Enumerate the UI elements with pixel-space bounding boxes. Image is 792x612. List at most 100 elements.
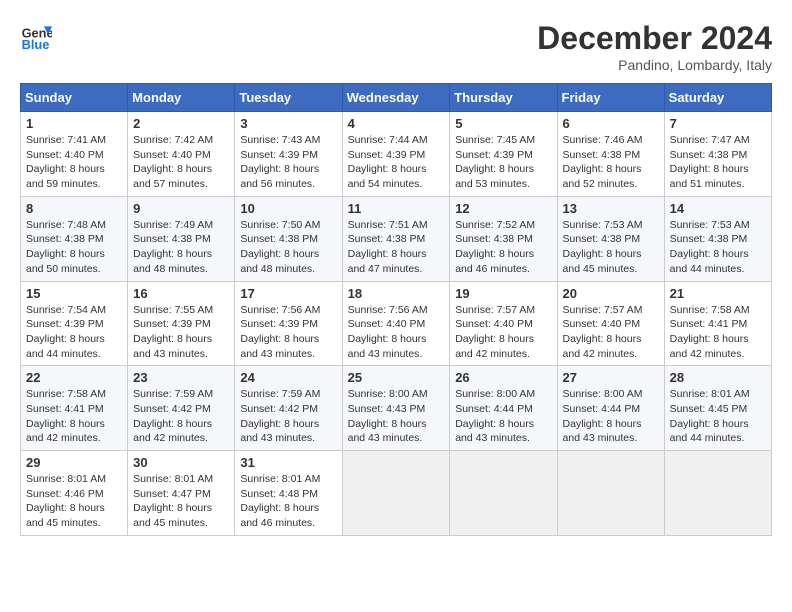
- cell-info: Sunrise: 7:53 AM Sunset: 4:38 PM Dayligh…: [670, 218, 766, 277]
- col-saturday: Saturday: [664, 84, 771, 112]
- day-number: 8: [26, 201, 122, 216]
- calendar-cell: 28 Sunrise: 8:01 AM Sunset: 4:45 PM Dayl…: [664, 366, 771, 451]
- cell-info: Sunrise: 8:01 AM Sunset: 4:47 PM Dayligh…: [133, 472, 229, 531]
- calendar-cell: 20 Sunrise: 7:57 AM Sunset: 4:40 PM Dayl…: [557, 281, 664, 366]
- calendar-week-3: 15 Sunrise: 7:54 AM Sunset: 4:39 PM Dayl…: [21, 281, 772, 366]
- cell-info: Sunrise: 8:01 AM Sunset: 4:48 PM Dayligh…: [240, 472, 336, 531]
- day-number: 2: [133, 116, 229, 131]
- day-number: 22: [26, 370, 122, 385]
- day-number: 31: [240, 455, 336, 470]
- calendar-table: Sunday Monday Tuesday Wednesday Thursday…: [20, 83, 772, 536]
- calendar-cell: [557, 451, 664, 536]
- calendar-cell: 15 Sunrise: 7:54 AM Sunset: 4:39 PM Dayl…: [21, 281, 128, 366]
- cell-info: Sunrise: 7:58 AM Sunset: 4:41 PM Dayligh…: [26, 387, 122, 446]
- cell-info: Sunrise: 8:01 AM Sunset: 4:45 PM Dayligh…: [670, 387, 766, 446]
- day-number: 14: [670, 201, 766, 216]
- calendar-cell: 9 Sunrise: 7:49 AM Sunset: 4:38 PM Dayli…: [128, 196, 235, 281]
- calendar-cell: 14 Sunrise: 7:53 AM Sunset: 4:38 PM Dayl…: [664, 196, 771, 281]
- day-number: 27: [563, 370, 659, 385]
- day-number: 26: [455, 370, 551, 385]
- cell-info: Sunrise: 7:49 AM Sunset: 4:38 PM Dayligh…: [133, 218, 229, 277]
- calendar-week-4: 22 Sunrise: 7:58 AM Sunset: 4:41 PM Dayl…: [21, 366, 772, 451]
- day-number: 1: [26, 116, 122, 131]
- calendar-cell: 16 Sunrise: 7:55 AM Sunset: 4:39 PM Dayl…: [128, 281, 235, 366]
- calendar-cell: 18 Sunrise: 7:56 AM Sunset: 4:40 PM Dayl…: [342, 281, 450, 366]
- calendar-cell: 4 Sunrise: 7:44 AM Sunset: 4:39 PM Dayli…: [342, 112, 450, 197]
- calendar-week-1: 1 Sunrise: 7:41 AM Sunset: 4:40 PM Dayli…: [21, 112, 772, 197]
- calendar-cell: 12 Sunrise: 7:52 AM Sunset: 4:38 PM Dayl…: [450, 196, 557, 281]
- title-block: December 2024 Pandino, Lombardy, Italy: [537, 20, 772, 73]
- calendar-cell: 8 Sunrise: 7:48 AM Sunset: 4:38 PM Dayli…: [21, 196, 128, 281]
- cell-info: Sunrise: 7:57 AM Sunset: 4:40 PM Dayligh…: [563, 303, 659, 362]
- cell-info: Sunrise: 7:51 AM Sunset: 4:38 PM Dayligh…: [348, 218, 445, 277]
- calendar-cell: 5 Sunrise: 7:45 AM Sunset: 4:39 PM Dayli…: [450, 112, 557, 197]
- cell-info: Sunrise: 7:53 AM Sunset: 4:38 PM Dayligh…: [563, 218, 659, 277]
- day-number: 16: [133, 286, 229, 301]
- calendar-cell: 25 Sunrise: 8:00 AM Sunset: 4:43 PM Dayl…: [342, 366, 450, 451]
- calendar-cell: 21 Sunrise: 7:58 AM Sunset: 4:41 PM Dayl…: [664, 281, 771, 366]
- day-number: 5: [455, 116, 551, 131]
- calendar-cell: 22 Sunrise: 7:58 AM Sunset: 4:41 PM Dayl…: [21, 366, 128, 451]
- calendar-cell: 11 Sunrise: 7:51 AM Sunset: 4:38 PM Dayl…: [342, 196, 450, 281]
- calendar-cell: 30 Sunrise: 8:01 AM Sunset: 4:47 PM Dayl…: [128, 451, 235, 536]
- day-number: 19: [455, 286, 551, 301]
- cell-info: Sunrise: 7:54 AM Sunset: 4:39 PM Dayligh…: [26, 303, 122, 362]
- cell-info: Sunrise: 7:43 AM Sunset: 4:39 PM Dayligh…: [240, 133, 336, 192]
- cell-info: Sunrise: 8:01 AM Sunset: 4:46 PM Dayligh…: [26, 472, 122, 531]
- cell-info: Sunrise: 7:59 AM Sunset: 4:42 PM Dayligh…: [133, 387, 229, 446]
- day-number: 10: [240, 201, 336, 216]
- calendar-cell: 1 Sunrise: 7:41 AM Sunset: 4:40 PM Dayli…: [21, 112, 128, 197]
- day-number: 28: [670, 370, 766, 385]
- logo: General Blue: [20, 20, 52, 52]
- calendar-cell: [342, 451, 450, 536]
- day-number: 20: [563, 286, 659, 301]
- cell-info: Sunrise: 7:48 AM Sunset: 4:38 PM Dayligh…: [26, 218, 122, 277]
- calendar-cell: 31 Sunrise: 8:01 AM Sunset: 4:48 PM Dayl…: [235, 451, 342, 536]
- calendar-cell: 29 Sunrise: 8:01 AM Sunset: 4:46 PM Dayl…: [21, 451, 128, 536]
- calendar-week-2: 8 Sunrise: 7:48 AM Sunset: 4:38 PM Dayli…: [21, 196, 772, 281]
- cell-info: Sunrise: 7:56 AM Sunset: 4:39 PM Dayligh…: [240, 303, 336, 362]
- calendar-cell: 7 Sunrise: 7:47 AM Sunset: 4:38 PM Dayli…: [664, 112, 771, 197]
- day-number: 11: [348, 201, 445, 216]
- day-number: 23: [133, 370, 229, 385]
- day-number: 30: [133, 455, 229, 470]
- calendar-cell: 6 Sunrise: 7:46 AM Sunset: 4:38 PM Dayli…: [557, 112, 664, 197]
- calendar-cell: 10 Sunrise: 7:50 AM Sunset: 4:38 PM Dayl…: [235, 196, 342, 281]
- calendar-cell: [664, 451, 771, 536]
- svg-text:Blue: Blue: [22, 37, 50, 52]
- col-tuesday: Tuesday: [235, 84, 342, 112]
- calendar-cell: 23 Sunrise: 7:59 AM Sunset: 4:42 PM Dayl…: [128, 366, 235, 451]
- cell-info: Sunrise: 7:47 AM Sunset: 4:38 PM Dayligh…: [670, 133, 766, 192]
- day-number: 18: [348, 286, 445, 301]
- calendar-cell: 3 Sunrise: 7:43 AM Sunset: 4:39 PM Dayli…: [235, 112, 342, 197]
- cell-info: Sunrise: 7:44 AM Sunset: 4:39 PM Dayligh…: [348, 133, 445, 192]
- day-number: 29: [26, 455, 122, 470]
- cell-info: Sunrise: 7:41 AM Sunset: 4:40 PM Dayligh…: [26, 133, 122, 192]
- cell-info: Sunrise: 8:00 AM Sunset: 4:44 PM Dayligh…: [455, 387, 551, 446]
- cell-info: Sunrise: 8:00 AM Sunset: 4:43 PM Dayligh…: [348, 387, 445, 446]
- cell-info: Sunrise: 8:00 AM Sunset: 4:44 PM Dayligh…: [563, 387, 659, 446]
- cell-info: Sunrise: 7:45 AM Sunset: 4:39 PM Dayligh…: [455, 133, 551, 192]
- cell-info: Sunrise: 7:57 AM Sunset: 4:40 PM Dayligh…: [455, 303, 551, 362]
- calendar-header-row: Sunday Monday Tuesday Wednesday Thursday…: [21, 84, 772, 112]
- cell-info: Sunrise: 7:58 AM Sunset: 4:41 PM Dayligh…: [670, 303, 766, 362]
- day-number: 12: [455, 201, 551, 216]
- cell-info: Sunrise: 7:42 AM Sunset: 4:40 PM Dayligh…: [133, 133, 229, 192]
- cell-info: Sunrise: 7:52 AM Sunset: 4:38 PM Dayligh…: [455, 218, 551, 277]
- col-monday: Monday: [128, 84, 235, 112]
- day-number: 17: [240, 286, 336, 301]
- calendar-cell: 26 Sunrise: 8:00 AM Sunset: 4:44 PM Dayl…: [450, 366, 557, 451]
- calendar-cell: 19 Sunrise: 7:57 AM Sunset: 4:40 PM Dayl…: [450, 281, 557, 366]
- cell-info: Sunrise: 7:55 AM Sunset: 4:39 PM Dayligh…: [133, 303, 229, 362]
- day-number: 3: [240, 116, 336, 131]
- calendar-cell: [450, 451, 557, 536]
- day-number: 24: [240, 370, 336, 385]
- calendar-week-5: 29 Sunrise: 8:01 AM Sunset: 4:46 PM Dayl…: [21, 451, 772, 536]
- cell-info: Sunrise: 7:50 AM Sunset: 4:38 PM Dayligh…: [240, 218, 336, 277]
- day-number: 7: [670, 116, 766, 131]
- day-number: 9: [133, 201, 229, 216]
- day-number: 13: [563, 201, 659, 216]
- page-header: General Blue December 2024 Pandino, Lomb…: [20, 20, 772, 73]
- calendar-cell: 27 Sunrise: 8:00 AM Sunset: 4:44 PM Dayl…: [557, 366, 664, 451]
- col-thursday: Thursday: [450, 84, 557, 112]
